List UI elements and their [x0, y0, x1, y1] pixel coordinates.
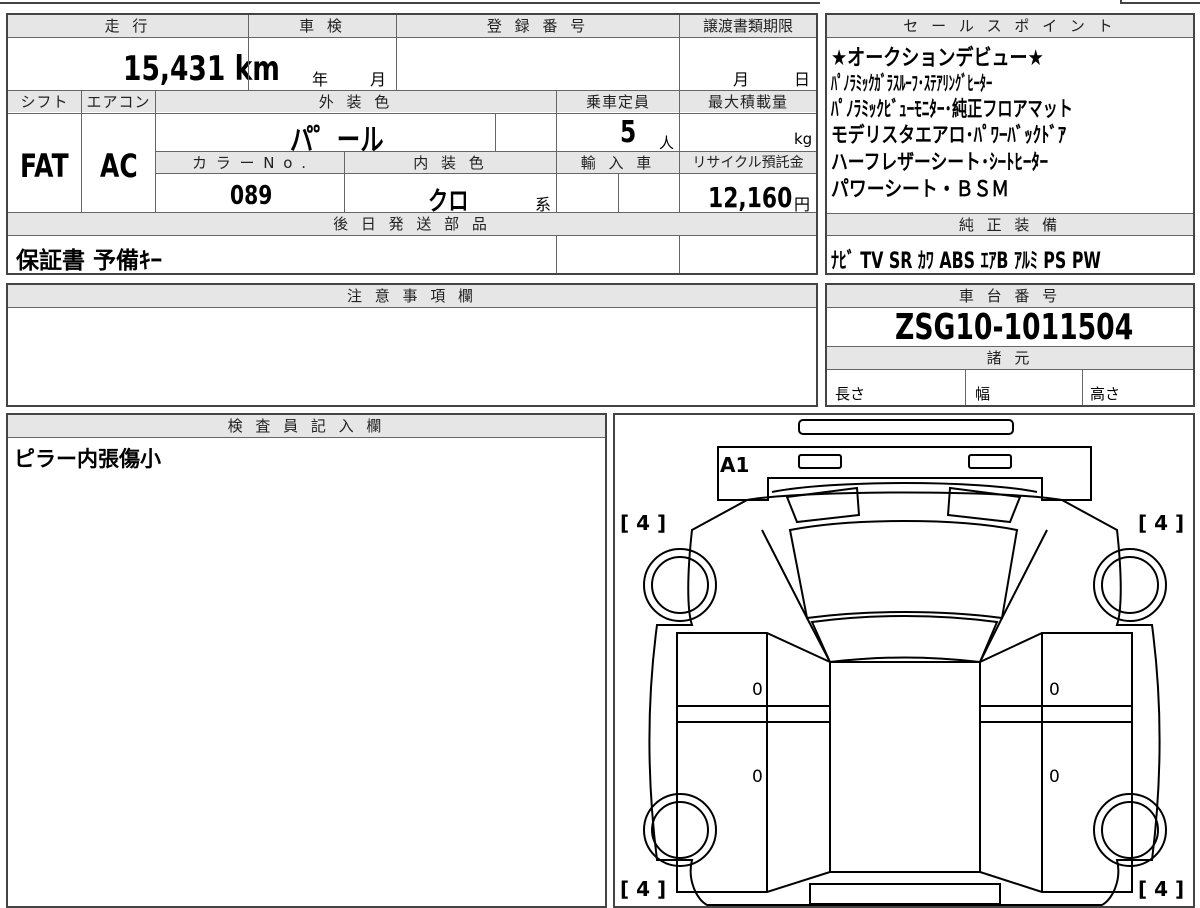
header-interior-color: 内 装 色: [345, 152, 556, 173]
door-mark-left-front: 0: [752, 680, 763, 700]
vehicle-info-table: 走 行 車 検 登 録 番 号 譲渡書類期限 15,431 km 年 月 月 日…: [6, 13, 818, 275]
sales-point-5: ハーフレザーシート･ｼｰﾄﾋｰﾀｰ: [831, 150, 1049, 174]
header-color-no: カ ラ ー N o .: [156, 152, 344, 173]
inspector-panel: 検 査 員 記 入 欄 ピラー内張傷小: [6, 413, 607, 908]
header-shift: シフト: [8, 91, 81, 112]
header-specs: 諸 元: [827, 347, 1193, 369]
capacity-value: 5: [620, 115, 637, 150]
door-mark-left-rear: 0: [752, 767, 763, 787]
header-inspection: 車 検: [249, 15, 396, 37]
max-load-unit: kg: [794, 130, 813, 148]
spec-height-label: 高さ: [1090, 385, 1121, 403]
header-recycle: リサイクル預託金: [680, 152, 816, 173]
tire-rear-right: [ 4 ]: [1138, 877, 1184, 901]
tire-rear-left: [ 4 ]: [620, 877, 666, 901]
header-chassis: 車 台 番 号: [827, 285, 1193, 307]
top-strip-right: [1120, 0, 1200, 4]
color-no-value: 089: [230, 181, 273, 211]
spec-width-label: 幅: [975, 385, 991, 403]
damage-mark-a1: A1: [720, 453, 749, 477]
inspector-note: ピラー内張傷小: [14, 447, 161, 471]
inspection-year-unit: 年: [312, 70, 329, 89]
top-strip: [0, 0, 820, 4]
header-equipment: 純 正 装 備: [827, 214, 1193, 235]
deadline-day-unit: 日: [794, 70, 811, 89]
inspection-month-unit: 月: [370, 70, 387, 89]
chassis-panel: 車 台 番 号 ZSG10-1011504 諸 元 長さ 幅 高さ: [825, 283, 1195, 407]
mileage-value: 15,431 km: [123, 49, 280, 89]
door-mark-right-rear: 0: [1049, 767, 1060, 787]
header-shipping-parts: 後 日 発 送 部 品: [8, 213, 816, 235]
chassis-number: ZSG10-1011504: [895, 307, 1134, 348]
spec-length-label: 長さ: [835, 385, 866, 403]
header-import: 輸 入 車: [557, 152, 679, 173]
shipping-parts-value: 保証書 予備ｷｰ: [16, 248, 163, 274]
sales-point-4: モデリスタエアロ･ﾊﾟﾜｰﾊﾞｯｸﾄﾞｱ: [831, 123, 1067, 147]
header-inspector: 検 査 員 記 入 欄: [8, 415, 605, 437]
sales-point-2: ﾊﾟﾉﾗﾐｯｸｶﾞﾗｽﾙｰﾌ･ｽﾃｱﾘﾝｸﾞﾋｰﾀｰ: [831, 71, 993, 95]
equipment-list: ﾅﾋﾞ TV SR ｶﾜ ABS ｴｱB ｱﾙﾐ PS PW: [831, 249, 1101, 274]
aircon-value: AC: [100, 147, 138, 185]
door-mark-right-front: 0: [1049, 680, 1060, 700]
header-max-load: 最大積載量: [680, 91, 816, 112]
deadline-month-unit: 月: [733, 70, 750, 89]
tire-front-left: [ 4 ]: [620, 511, 666, 535]
car-diagram: A1 [ 4 ] [ 4 ] [ 4 ] [ 4 ] 0 0 0 0: [620, 419, 1184, 906]
header-capacity: 乗車定員: [557, 91, 679, 112]
car-diagram-panel: A1 [ 4 ] [ 4 ] [ 4 ] [ 4 ] 0 0 0 0: [613, 413, 1195, 908]
header-registration: 登 録 番 号: [397, 15, 679, 37]
recycle-value: 12,160: [708, 181, 793, 214]
shift-value: FAT: [20, 147, 69, 185]
header-transfer-deadline: 譲渡書類期限: [680, 15, 816, 37]
sales-points-panel: セ ー ル ス ポ イ ン ト ★オークションデビュー★ ﾊﾟﾉﾗﾐｯｸｶﾞﾗｽ…: [825, 13, 1195, 275]
capacity-unit: 人: [659, 134, 675, 152]
header-mileage: 走 行: [8, 15, 248, 37]
header-aircon: エアコン: [82, 91, 155, 112]
header-notes: 注 意 事 項 欄: [8, 285, 816, 307]
notes-panel: 注 意 事 項 欄: [6, 283, 818, 407]
sales-point-6: パワーシート・ＢＳＭ: [831, 177, 1010, 201]
header-sales-points: セ ー ル ス ポ イ ン ト: [827, 15, 1193, 37]
header-exterior-color: 外 装 色: [156, 91, 556, 112]
tire-front-right: [ 4 ]: [1138, 511, 1184, 535]
